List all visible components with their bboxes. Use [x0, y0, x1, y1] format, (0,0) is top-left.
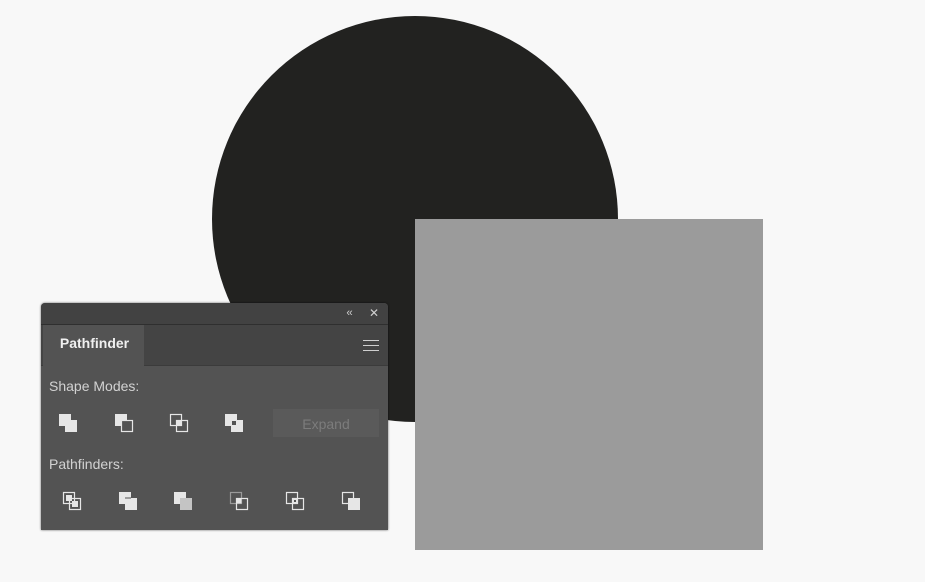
merge-icon[interactable]: [172, 490, 196, 514]
minus-front-icon[interactable]: [113, 412, 137, 436]
panel-titlebar[interactable]: ‹‹ ✕: [41, 303, 388, 325]
outline-icon[interactable]: [284, 490, 308, 514]
pathfinder-panel: ‹‹ ✕ Pathfinder Shape Modes: Expand Path…: [41, 303, 388, 530]
crop-icon[interactable]: [228, 490, 252, 514]
tab-pathfinder[interactable]: Pathfinder: [43, 325, 144, 366]
artboard-canvas[interactable]: ‹‹ ✕ Pathfinder Shape Modes: Expand Path…: [0, 0, 925, 582]
unite-icon[interactable]: [57, 412, 81, 436]
exclude-icon[interactable]: [223, 412, 247, 436]
pathfinders-label: Pathfinders:: [49, 456, 124, 472]
minus-back-icon[interactable]: [340, 490, 364, 514]
gray-square-shape[interactable]: [415, 219, 763, 550]
divide-icon[interactable]: [61, 490, 85, 514]
panel-menu-icon[interactable]: [363, 340, 379, 352]
collapse-panel-icon[interactable]: ‹‹: [342, 306, 356, 321]
shape-modes-label: Shape Modes:: [49, 378, 140, 394]
trim-icon[interactable]: [117, 490, 141, 514]
intersect-icon[interactable]: [168, 412, 192, 436]
panel-tabbar: Pathfinder: [41, 325, 388, 366]
close-panel-icon[interactable]: ✕: [366, 306, 382, 321]
expand-button[interactable]: Expand: [273, 409, 379, 437]
